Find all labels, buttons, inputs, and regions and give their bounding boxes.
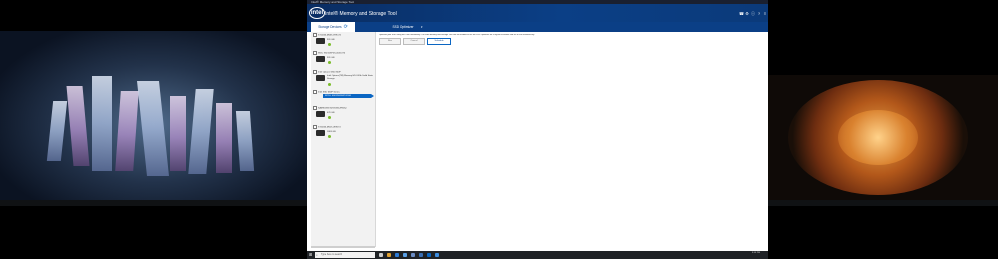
drive-checkbox[interactable] — [313, 33, 317, 37]
optimizer-description: Optimize your SSD using the Trim functio… — [379, 34, 535, 36]
drive-checkbox[interactable] — [313, 106, 317, 110]
tab-ssd-optimizer[interactable]: SSD Optimizer — [385, 22, 421, 32]
right-monitor-taskbar — [768, 200, 998, 206]
chevron-down-icon[interactable]: ▾ — [421, 25, 425, 29]
question-icon[interactable]: ? — [757, 12, 761, 16]
drive-item[interactable]: WDC WD10SPZX-00Z10T0 931 GB — [311, 51, 375, 70]
drive-model: INTEL SSDPEKNW512G8 — [323, 94, 371, 98]
drive-icon — [316, 130, 325, 136]
phone-icon[interactable]: ☎ — [739, 12, 744, 16]
app-icon[interactable] — [435, 253, 439, 257]
drive-icon — [316, 56, 325, 62]
tab-bar: Storage Devices ⟳ SSD Optimizer ▾ — [307, 22, 768, 32]
task-view-icon[interactable] — [379, 253, 383, 257]
status-ok-icon — [328, 61, 331, 64]
left-monitor-wallpaper — [0, 31, 307, 200]
system-tray-clock[interactable]: 3:35 PM — [752, 252, 760, 255]
windows-start-icon[interactable]: ⊞ — [309, 253, 313, 257]
drive-checkbox[interactable] — [313, 70, 317, 74]
left-monitor-taskbar — [0, 200, 307, 206]
status-ok-icon — [328, 43, 331, 46]
file-explorer-icon[interactable] — [387, 253, 391, 257]
menu-icon[interactable]: ≡ — [763, 12, 767, 16]
drive-icon — [316, 38, 325, 44]
intel-mas-taskbar-icon[interactable] — [427, 253, 431, 257]
taskbar-search-input[interactable]: ⌕ Type here to search — [315, 252, 375, 258]
search-icon: ⌕ — [316, 253, 318, 257]
drive-checkbox[interactable] — [313, 51, 317, 55]
status-ok-icon — [328, 135, 331, 138]
schedule-button[interactable]: Schedule — [427, 38, 451, 45]
tab-storage-devices-label: Storage Devices — [318, 25, 342, 29]
right-monitor-wallpaper — [768, 75, 998, 200]
drive-item[interactable]: ST1000LM035-1RK172 931 GB — [311, 33, 375, 52]
drive-heading: ST2000LM015-2E8174 — [313, 125, 341, 130]
cancel-button[interactable]: Cancel — [403, 38, 425, 45]
drive-heading: ST1000LM035-1RK172 — [313, 33, 341, 38]
status-ok-icon — [328, 116, 331, 119]
drive-item[interactable]: Intel Optane SSD 800P Intel Optane(TM) M… — [311, 70, 375, 89]
drive-size: 931 GB — [327, 39, 335, 41]
drive-size: 931 GB — [327, 57, 335, 59]
run-button[interactable]: Run — [379, 38, 401, 45]
tab-storage-devices[interactable]: Storage Devices ⟳ — [311, 22, 355, 32]
drive-item[interactable]: SAMSUNG MZVLB512HBJQ 476 GB — [311, 106, 375, 125]
drive-checkbox[interactable] — [313, 125, 317, 129]
store-icon[interactable] — [411, 253, 415, 257]
drive-size: 476 GB — [327, 112, 335, 114]
drive-checkbox[interactable] — [313, 90, 317, 94]
refresh-icon[interactable]: ⟳ — [344, 24, 348, 30]
gear-icon[interactable]: ⚙ — [745, 12, 749, 16]
clock-time: 3:35 PM — [751, 252, 760, 254]
app-icon[interactable] — [419, 253, 423, 257]
app-header: intel Intel® Memory and Storage Tool ☎ ⚙… — [307, 4, 768, 22]
windows-taskbar: ⊞ ⌕ Type here to search 3:35 PM — [307, 251, 768, 259]
browser-icon[interactable] — [395, 253, 399, 257]
app-window: Intel® Memory and Storage Tool intel Int… — [307, 0, 768, 251]
info-icon[interactable]: ⓘ — [751, 12, 755, 16]
drive-heading: WDC WD10SPZX-00Z10T0 — [313, 51, 345, 56]
drive-size: 1863 GB — [327, 131, 336, 133]
selection-arrow-icon — [371, 94, 374, 98]
drive-model: Intel Optane(TM) Memory H10 With Solid S… — [327, 75, 373, 80]
intel-logo: intel — [309, 7, 325, 19]
drive-icon — [316, 111, 325, 117]
sidebar-scrollbar[interactable] — [311, 246, 375, 248]
drive-item[interactable]: ST2000LM015-2E8174 1863 GB — [311, 125, 375, 144]
drive-heading: Intel Optane SSD 800P — [313, 70, 341, 75]
drive-icon — [316, 75, 325, 81]
search-placeholder: Type here to search — [321, 253, 343, 256]
status-ok-icon — [328, 83, 331, 86]
mail-icon[interactable] — [403, 253, 407, 257]
drive-heading: SAMSUNG MZVLB512HBJQ — [313, 106, 346, 111]
drive-list-sidebar: ST1000LM035-1RK172 931 GB WDC WD10SPZX-0… — [311, 32, 376, 247]
app-title: Intel® Memory and Storage Tool — [325, 11, 397, 17]
